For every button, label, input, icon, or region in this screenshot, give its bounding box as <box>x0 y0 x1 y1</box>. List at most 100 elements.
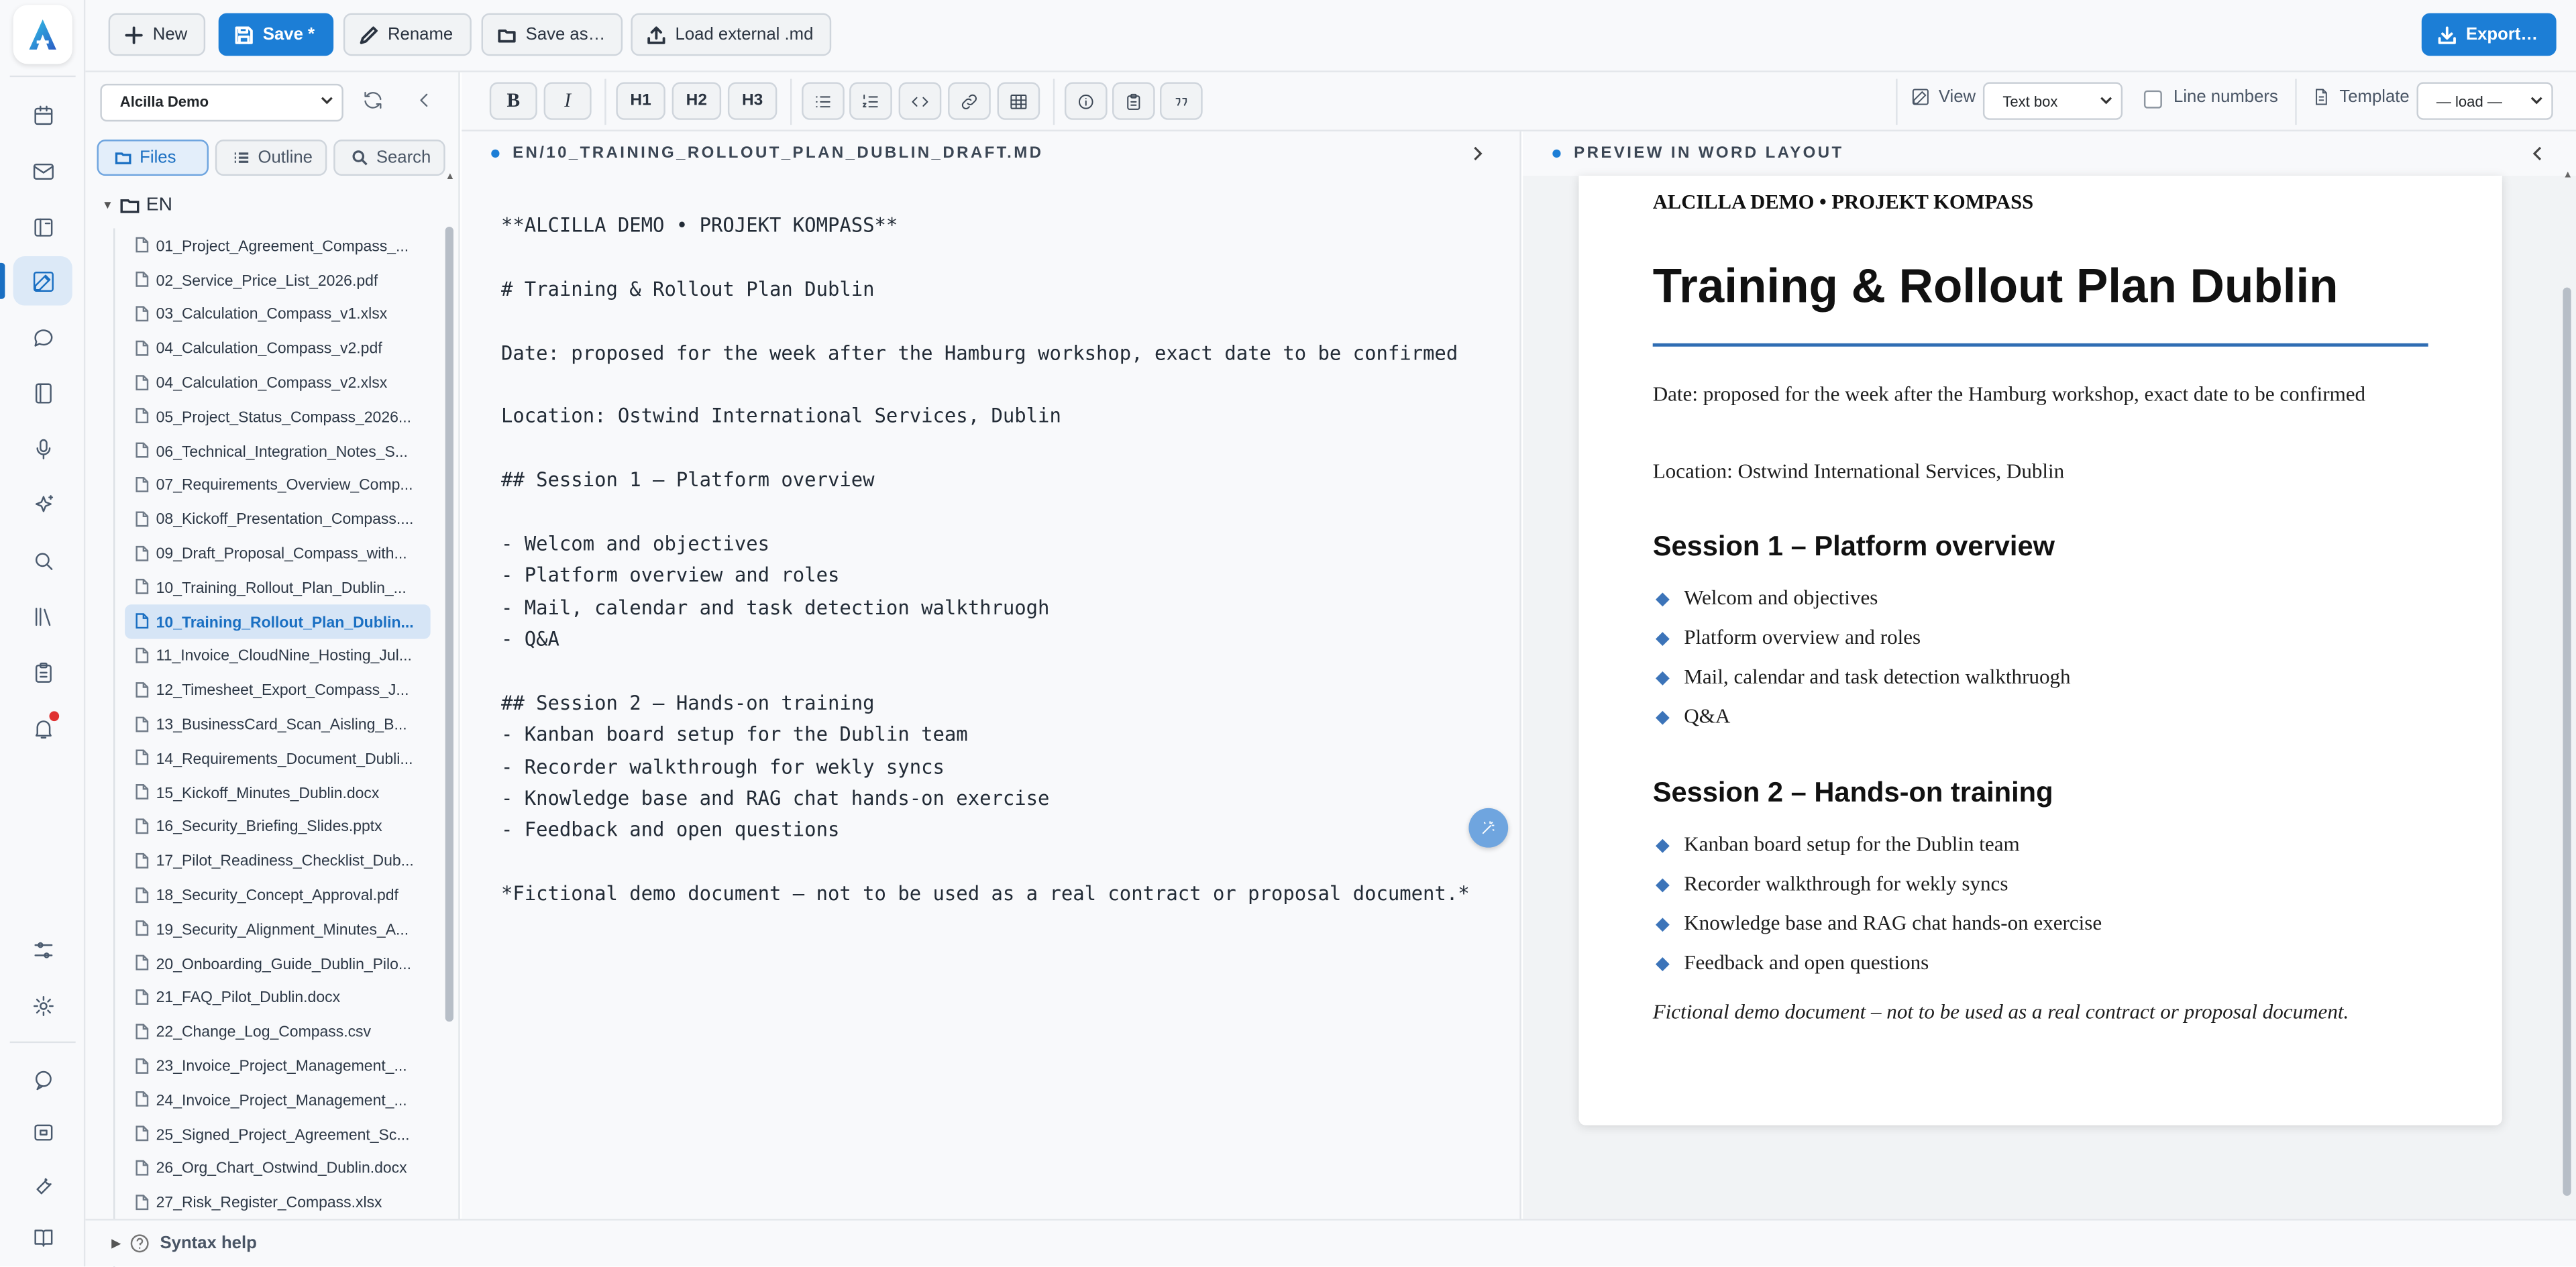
nav-ai[interactable] <box>13 480 72 529</box>
file-item[interactable]: 22_Change_Log_Compass.csv <box>125 1014 431 1048</box>
code-line: ## Session 2 – Hands-on training <box>500 691 875 714</box>
file-item[interactable]: 02_Service_Price_List_2026.pdf <box>125 262 431 296</box>
nav-recorder[interactable] <box>13 424 72 473</box>
file-item[interactable]: 06_Technical_Integration_Notes_S... <box>125 433 431 467</box>
info-button[interactable] <box>1064 82 1108 120</box>
line-numbers-checkbox[interactable] <box>2143 90 2162 109</box>
file-item[interactable]: 15_Kickoff_Minutes_Dublin.docx <box>125 775 431 809</box>
chevron-left-icon[interactable] <box>2528 145 2546 163</box>
file-item[interactable]: 10_Training_Rollout_Plan_Dublin_... <box>125 570 431 604</box>
file-item[interactable]: 09_Draft_Proposal_Compass_with... <box>125 536 431 570</box>
nav-adjustments[interactable] <box>13 925 72 974</box>
list-item: Mail, calendar and task detection walkth… <box>1653 665 2071 690</box>
list-item: Welcom and objectives <box>1653 586 1878 611</box>
tab-search[interactable]: Search <box>333 140 445 176</box>
file-item[interactable]: 10_Training_Rollout_Plan_Dublin... <box>125 604 431 639</box>
folder-en[interactable]: ▼ EN <box>102 195 172 215</box>
bold-button[interactable]: B <box>489 82 537 120</box>
preview-scrollbar[interactable]: ▲ <box>2561 171 2575 1203</box>
h3-button[interactable]: H3 <box>727 82 777 120</box>
h2-button[interactable]: H2 <box>672 82 722 120</box>
nav-notifications[interactable] <box>13 703 72 752</box>
file-item[interactable]: 13_BusinessCard_Scan_Aisling_B... <box>125 706 431 740</box>
nav-support[interactable] <box>13 1054 72 1103</box>
file-item[interactable]: 12_Timesheet_Export_Compass_J... <box>125 673 431 707</box>
load-external-button[interactable]: Load external .md <box>631 13 832 56</box>
file-icon <box>136 579 149 595</box>
link-button[interactable] <box>948 82 991 120</box>
file-item[interactable]: 25_Signed_Project_Agreement_Sc... <box>125 1117 431 1151</box>
file-item[interactable]: 18_Security_Concept_Approval.pdf <box>125 877 431 912</box>
file-item[interactable]: 20_Onboarding_Guide_Dublin_Pilo... <box>125 946 431 980</box>
nav-kanban[interactable] <box>13 202 72 251</box>
refresh-button[interactable] <box>362 89 388 115</box>
nav-clipboard[interactable] <box>13 647 72 696</box>
file-item[interactable]: 26_Org_Chart_Ostwind_Dublin.docx <box>125 1151 431 1185</box>
file-item[interactable]: 24_Invoice_Project_Management_... <box>125 1083 431 1117</box>
file-item[interactable]: 21_FAQ_Pilot_Dublin.docx <box>125 980 431 1014</box>
save-as-button[interactable]: Save as… <box>481 13 624 56</box>
nav-settings[interactable] <box>13 981 72 1030</box>
clipboard-button[interactable] <box>1112 82 1155 120</box>
file-item[interactable]: 05_Project_Status_Compass_2026... <box>125 399 431 433</box>
file-item[interactable]: 03_Calculation_Compass_v1.xlsx <box>125 296 431 331</box>
file-item[interactable]: 16_Security_Briefing_Slides.pptx <box>125 809 431 843</box>
file-item[interactable]: 23_Invoice_Project_Management_... <box>125 1048 431 1083</box>
nav-library[interactable] <box>13 592 72 641</box>
ai-assist-button[interactable] <box>1468 808 1509 848</box>
nav-editor[interactable] <box>0 256 72 306</box>
code-button[interactable] <box>898 82 942 120</box>
scroll-thumb[interactable] <box>2563 287 2571 1196</box>
file-item[interactable]: 27_Risk_Register_Compass.xlsx <box>125 1185 431 1219</box>
nav-storage[interactable] <box>13 1107 72 1156</box>
nav-tools[interactable] <box>13 1160 72 1209</box>
code-line: # Training & Rollout Plan Dublin <box>500 277 875 300</box>
scroll-thumb[interactable] <box>445 226 453 1022</box>
nav-notebook[interactable] <box>13 368 72 417</box>
scroll-up-icon[interactable]: ▲ <box>445 172 455 182</box>
collapse-sidebar-button[interactable] <box>413 89 439 115</box>
nav-search[interactable] <box>13 535 72 584</box>
file-icon <box>136 818 149 834</box>
toolbar-divider <box>2295 78 2297 125</box>
file-item[interactable]: 07_Requirements_Overview_Comp... <box>125 467 431 502</box>
table-button[interactable] <box>997 82 1040 120</box>
italic-button[interactable]: I <box>543 82 592 120</box>
new-button[interactable]: New <box>108 13 206 56</box>
export-button[interactable]: Export… <box>2421 13 2557 56</box>
file-item[interactable]: 19_Security_Alignment_Minutes_A... <box>125 912 431 946</box>
file-item[interactable]: 17_Pilot_Readiness_Checklist_Dub... <box>125 843 431 877</box>
markdown-textarea[interactable]: **ALCILLA DEMO • PROJEKT KOMPASS** # Trai… <box>501 210 1470 911</box>
tab-files[interactable]: Files <box>97 140 209 176</box>
app-logo[interactable] <box>13 5 72 64</box>
preview-location: Location: Ostwind International Services… <box>1652 459 2065 484</box>
nav-mail[interactable] <box>13 146 72 195</box>
file-item[interactable]: 04_Calculation_Compass_v2.xlsx <box>125 365 431 399</box>
chevron-right-icon[interactable] <box>1468 145 1487 163</box>
h1-button[interactable]: H1 <box>616 82 665 120</box>
code-line: - Knowledge base and RAG chat hands-on e… <box>500 787 1050 810</box>
sidebar-scrollbar[interactable]: ▲ ▼ <box>443 172 457 1232</box>
nav-chat[interactable] <box>13 312 72 361</box>
line-numbers-label[interactable]: Line numbers <box>2174 87 2278 107</box>
info-icon <box>1079 93 1093 109</box>
syntax-help-toggle[interactable]: ▶ Syntax help <box>112 1233 257 1253</box>
bullet-list-button[interactable] <box>802 82 845 120</box>
project-select[interactable]: Alcilla Demo <box>100 83 343 122</box>
nav-docs[interactable] <box>13 1212 72 1261</box>
view-mode-select[interactable]: Text box <box>1982 82 2123 120</box>
file-item[interactable]: 14_Requirements_Document_Dubli... <box>125 740 431 775</box>
file-item[interactable]: 08_Kickoff_Presentation_Compass.... <box>125 502 431 536</box>
file-item[interactable]: 04_Calculation_Compass_v2.pdf <box>125 331 431 365</box>
nav-calendar[interactable] <box>13 91 72 140</box>
template-select[interactable]: — load — <box>2416 82 2553 120</box>
file-item[interactable]: 01_Project_Agreement_Compass_... <box>125 228 431 262</box>
tab-outline[interactable]: Outline <box>215 140 327 176</box>
file-item[interactable]: 11_Invoice_CloudNine_Hosting_Jul... <box>125 639 431 673</box>
scroll-up-icon[interactable]: ▲ <box>2563 171 2573 181</box>
numbered-list-button[interactable] <box>849 82 892 120</box>
rename-button[interactable]: Rename <box>343 13 472 56</box>
save-button[interactable]: Save * <box>218 13 333 56</box>
quote-button[interactable] <box>1159 82 1203 120</box>
